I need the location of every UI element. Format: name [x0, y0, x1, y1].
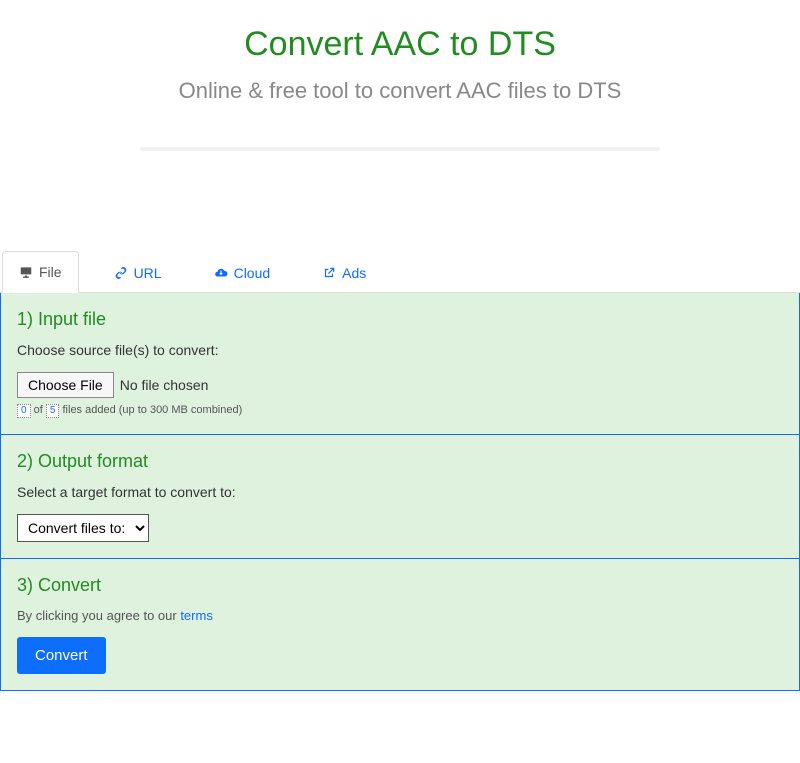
step-convert: 3) Convert By clicking you agree to our … — [1, 558, 799, 690]
file-counter-current: 0 — [17, 404, 31, 418]
step2-title: 2) Output format — [17, 451, 783, 472]
step1-text: Choose source file(s) to convert: — [17, 342, 783, 358]
file-counter-max: 5 — [46, 404, 60, 418]
page-subtitle: Online & free tool to convert AAC files … — [140, 74, 660, 107]
file-counter-suffix: files added (up to 300 MB combined) — [63, 404, 243, 416]
step-output-format: 2) Output format Select a target format … — [1, 434, 799, 558]
page-title: Convert AAC to DTS — [20, 25, 780, 64]
step-input-file: 1) Input file Choose source file(s) to c… — [1, 293, 799, 434]
file-counter-of: of — [34, 404, 43, 416]
format-select[interactable]: Convert files to: — [17, 514, 149, 542]
external-link-icon — [322, 266, 336, 280]
terms-prefix: By clicking you agree to our — [17, 608, 180, 623]
tab-cloud-label: Cloud — [234, 265, 271, 281]
terms-row: By clicking you agree to our terms — [17, 608, 783, 623]
link-icon — [114, 266, 128, 280]
divider — [140, 147, 660, 151]
step3-title: 3) Convert — [17, 575, 783, 596]
convert-button[interactable]: Convert — [17, 637, 106, 674]
tabs-bar: File URL Cloud Ads — [0, 251, 800, 293]
no-file-chosen-text: No file chosen — [120, 377, 209, 393]
panel-wrap: 1) Input file Choose source file(s) to c… — [0, 293, 800, 691]
tab-cloud[interactable]: Cloud — [197, 251, 288, 293]
terms-link[interactable]: terms — [180, 608, 213, 623]
header: Convert AAC to DTS Online & free tool to… — [0, 0, 800, 251]
tab-file[interactable]: File — [2, 251, 79, 293]
step1-title: 1) Input file — [17, 309, 783, 330]
tab-file-label: File — [39, 264, 62, 280]
cloud-download-icon — [214, 266, 228, 280]
format-select-wrap: Convert files to: — [17, 514, 149, 542]
monitor-icon — [19, 265, 33, 279]
tab-ads-label: Ads — [342, 265, 366, 281]
choose-file-button[interactable]: Choose File — [17, 372, 114, 398]
tab-ads[interactable]: Ads — [305, 251, 383, 293]
file-counter: 0 of 5 files added (up to 300 MB combine… — [17, 404, 783, 418]
file-input-row: Choose File No file chosen — [17, 372, 783, 398]
tab-url[interactable]: URL — [97, 251, 179, 293]
tab-url-label: URL — [134, 265, 162, 281]
step2-text: Select a target format to convert to: — [17, 484, 783, 500]
